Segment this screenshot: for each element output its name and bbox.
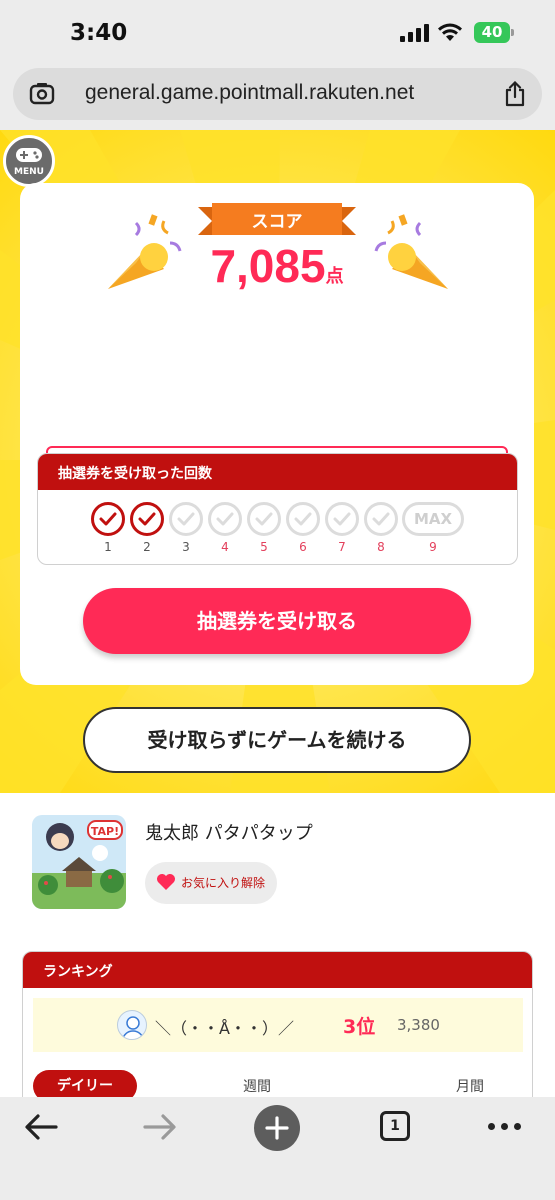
lottery-step-number: 5 bbox=[260, 540, 268, 554]
continue-without-receiving-button[interactable]: 受け取らずにゲームを続ける bbox=[83, 707, 471, 773]
browser-bottom-bar: 1 bbox=[0, 1097, 555, 1200]
remove-favorite-button[interactable]: お気に入り解除 bbox=[145, 862, 277, 904]
lottery-step-check-icon bbox=[130, 502, 164, 536]
plus-icon bbox=[265, 1116, 289, 1140]
game-result-area: MENU スコア 7,085点 3, bbox=[0, 130, 555, 793]
lottery-step-check-icon bbox=[325, 502, 359, 536]
lottery-count-title: 抽選券を受け取った回数 bbox=[38, 454, 517, 490]
lottery-step-number: 6 bbox=[299, 540, 307, 554]
ranking-position: 3位 bbox=[343, 1016, 376, 1038]
lottery-step-check-icon bbox=[91, 502, 125, 536]
wifi-icon bbox=[438, 23, 462, 41]
lottery-step-check-icon bbox=[286, 502, 320, 536]
lottery-step-check-icon bbox=[247, 502, 281, 536]
status-bar: 3:40 40 bbox=[0, 0, 555, 64]
avatar bbox=[117, 1010, 147, 1040]
tab-switcher-button[interactable]: 1 bbox=[380, 1111, 410, 1141]
ranking-title: ランキング bbox=[23, 952, 532, 988]
receive-tickets-button[interactable]: 抽選券を受け取る bbox=[83, 588, 471, 654]
status-time: 3:40 bbox=[70, 20, 128, 46]
lottery-step-number: 2 bbox=[143, 540, 151, 554]
lottery-step-number: 8 bbox=[377, 540, 385, 554]
browser-toolbar: general.game.pointmall.rakuten.net bbox=[0, 64, 555, 130]
menu-label: MENU bbox=[14, 167, 44, 177]
share-icon[interactable] bbox=[504, 81, 526, 107]
my-ranking-row: ＼（・・Å・・）／ 3位 3,380 bbox=[33, 998, 523, 1052]
site-info-icon[interactable] bbox=[29, 82, 55, 106]
max-badge: MAX bbox=[402, 502, 464, 536]
remove-favorite-label: お気に入り解除 bbox=[181, 876, 266, 890]
menu-button[interactable]: MENU bbox=[3, 135, 55, 187]
back-arrow-icon[interactable] bbox=[24, 1113, 58, 1141]
tab-weekly[interactable]: 週間 bbox=[243, 1076, 271, 1096]
lottery-step-check-icon bbox=[169, 502, 203, 536]
url-text[interactable]: general.game.pointmall.rakuten.net bbox=[85, 81, 414, 105]
heart-icon bbox=[157, 874, 175, 890]
lottery-count-panel: 抽選券を受け取った回数 1 2 3 4 5 6 7 8 9 MAX bbox=[37, 453, 518, 565]
lottery-step-check-icon bbox=[208, 502, 242, 536]
lottery-step-number: 3 bbox=[182, 540, 190, 554]
game-title: 鬼太郎 パタパタップ bbox=[145, 823, 313, 844]
result-card: スコア 7,085点 3,000点× 201,000点× 5500点× 3200… bbox=[20, 183, 534, 685]
new-tab-button[interactable] bbox=[254, 1105, 300, 1151]
score-unit: 点 bbox=[325, 266, 344, 287]
ranking-user-name: ＼（・・Å・・）／ bbox=[155, 1019, 294, 1038]
forward-arrow-icon[interactable] bbox=[143, 1113, 177, 1141]
game-thumbnail[interactable]: TAP! bbox=[32, 815, 126, 909]
lottery-step-number: 9 bbox=[429, 540, 437, 554]
battery-icon: 40 bbox=[474, 22, 514, 43]
gamepad-icon bbox=[16, 148, 42, 162]
lottery-step-number: 1 bbox=[104, 540, 112, 554]
score-number: 7,085 bbox=[210, 240, 326, 292]
cellular-signal-icon bbox=[400, 24, 429, 42]
lottery-step-check-icon bbox=[364, 502, 398, 536]
ranking-score: 3,380 bbox=[397, 1016, 440, 1034]
address-bar[interactable]: general.game.pointmall.rakuten.net bbox=[13, 68, 542, 120]
more-options-icon[interactable] bbox=[488, 1123, 521, 1130]
lottery-step-number: 4 bbox=[221, 540, 229, 554]
score-label: スコア bbox=[251, 212, 303, 232]
lottery-step-number: 7 bbox=[338, 540, 346, 554]
tab-monthly[interactable]: 月間 bbox=[456, 1076, 484, 1096]
score-value: 7,085点 bbox=[140, 239, 414, 293]
thumb-tap-label: TAP! bbox=[91, 825, 119, 838]
